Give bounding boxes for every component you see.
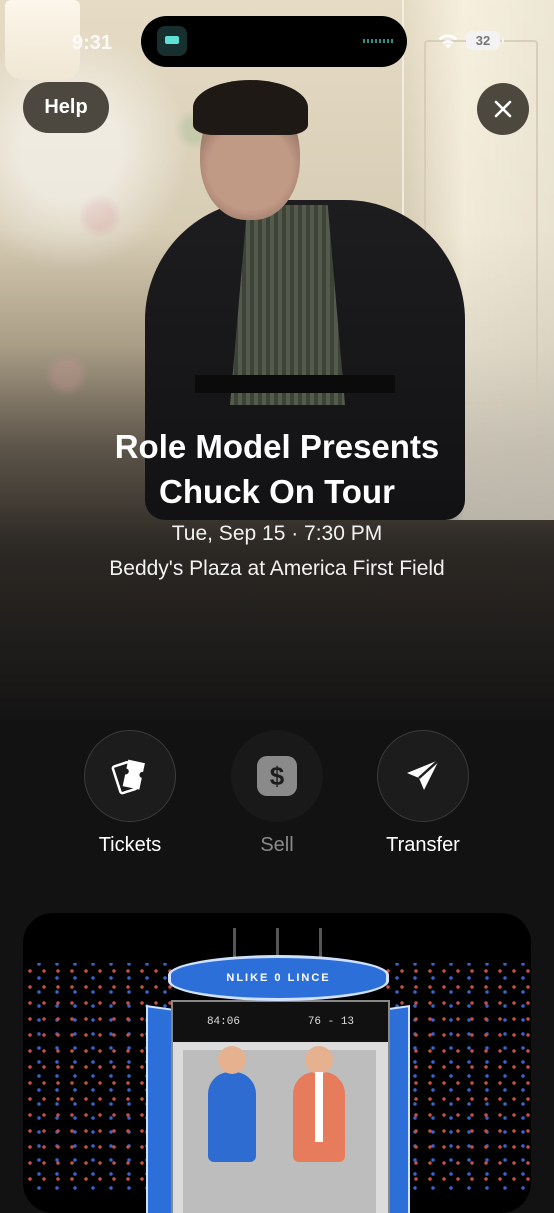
scoreboard-screen — [183, 1046, 376, 1213]
scoreboard-panel: 84:06 76 - 13 — [171, 1000, 390, 1213]
scoreboard-ticker: 84:06 76 - 13 — [173, 1002, 388, 1042]
ticker-score: 76 - 13 — [307, 1016, 355, 1028]
scoreboard-illustration: 84:06 76 - 13 NLIKE 0 LINCE — [143, 955, 413, 1213]
close-button[interactable] — [477, 83, 529, 135]
fan-figure-left — [208, 1046, 256, 1162]
transfer-label: Transfer — [386, 834, 460, 856]
close-icon — [494, 100, 512, 118]
event-title-line-2: Chuck On Tour — [159, 473, 395, 510]
event-datetime: Tue, Sep 15 · 7:30 PM — [171, 522, 383, 545]
live-activity-app-icon — [157, 26, 187, 56]
tickets-icon — [111, 759, 145, 795]
scoreboard-top-ring: NLIKE 0 LINCE — [168, 955, 389, 1001]
sell-label: Sell — [260, 834, 294, 856]
send-icon — [407, 759, 440, 790]
help-button[interactable]: Help — [23, 82, 109, 133]
transfer-circle[interactable] — [377, 730, 469, 822]
ticker-clock: 84:06 — [206, 1016, 240, 1028]
tickets-label: Tickets — [98, 834, 162, 856]
event-title: Role Model Presents Chuck On Tour — [0, 424, 554, 514]
event-title-line-1: Role Model Presents — [114, 428, 440, 465]
status-time: 9:31 — [72, 32, 113, 54]
fan-figure-right — [293, 1046, 345, 1162]
transfer-button[interactable]: Transfer — [348, 730, 498, 857]
tickets-circle[interactable] — [84, 730, 176, 822]
wifi-icon — [438, 34, 458, 49]
sell-button[interactable]: $ Sell — [202, 730, 352, 857]
sell-circle[interactable]: $ — [231, 730, 323, 822]
artist-hair — [193, 80, 308, 135]
live-activity-indicator — [363, 39, 393, 43]
scoreboard-side-left — [146, 1005, 174, 1213]
artist-belt — [195, 375, 395, 393]
battery-indicator: 32 — [466, 31, 504, 50]
wall-lamp — [5, 0, 80, 80]
tickets-button[interactable]: Tickets — [55, 730, 205, 857]
dynamic-island — [141, 16, 407, 67]
promo-card[interactable]: 84:06 76 - 13 NLIKE 0 LINCE — [23, 913, 531, 1213]
event-venue: Beddy's Plaza at America First Field — [109, 557, 445, 580]
svg-text:$: $ — [270, 761, 285, 791]
dollar-icon: $ — [257, 756, 297, 796]
